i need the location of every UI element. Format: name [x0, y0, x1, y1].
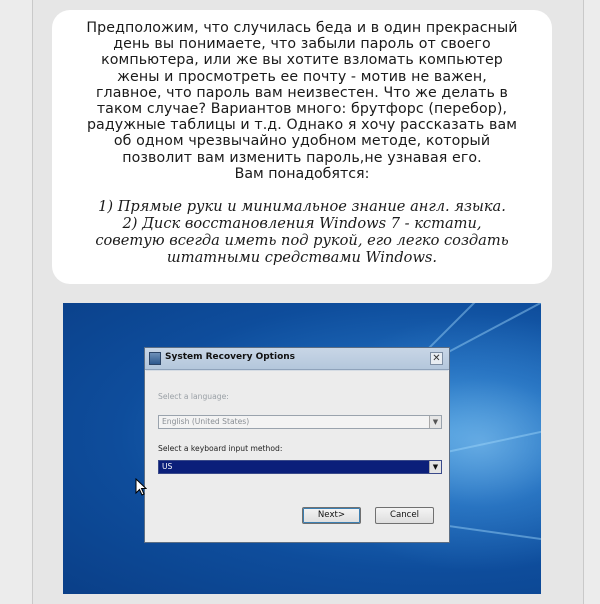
article-card: Предположим, что случилась беда и в один… [52, 10, 552, 284]
cancel-button[interactable]: Cancel [375, 507, 434, 524]
article-requirements-list: 1) Прямые руки и минимальное знание англ… [95, 198, 509, 267]
mouse-cursor-icon [135, 478, 147, 496]
language-select-value: English (United States) [162, 417, 250, 426]
keyboard-select-value: US [162, 462, 173, 471]
article-needs-heading: Вам понадобятся: [234, 165, 370, 182]
keyboard-select[interactable]: US ▼ [158, 460, 442, 474]
close-icon[interactable]: ✕ [430, 352, 443, 365]
language-select: English (United States) ▼ [158, 415, 442, 429]
next-button[interactable]: Next> [302, 507, 361, 524]
recovery-app-icon [149, 352, 161, 365]
dialog-body: Select a language: English (United State… [145, 371, 449, 542]
system-recovery-dialog: System Recovery Options ✕ Select a langu… [144, 347, 450, 543]
language-label: Select a language: [158, 392, 229, 401]
chevron-down-icon[interactable]: ▼ [429, 461, 441, 473]
dialog-title: System Recovery Options [165, 352, 296, 362]
windows-screenshot: System Recovery Options ✕ Select a langu… [63, 303, 541, 594]
article-intro: Предположим, что случилась беда и в один… [86, 20, 518, 166]
chevron-down-icon: ▼ [429, 416, 441, 428]
dialog-titlebar[interactable]: System Recovery Options ✕ [145, 348, 449, 370]
keyboard-label: Select a keyboard input method: [158, 444, 283, 453]
